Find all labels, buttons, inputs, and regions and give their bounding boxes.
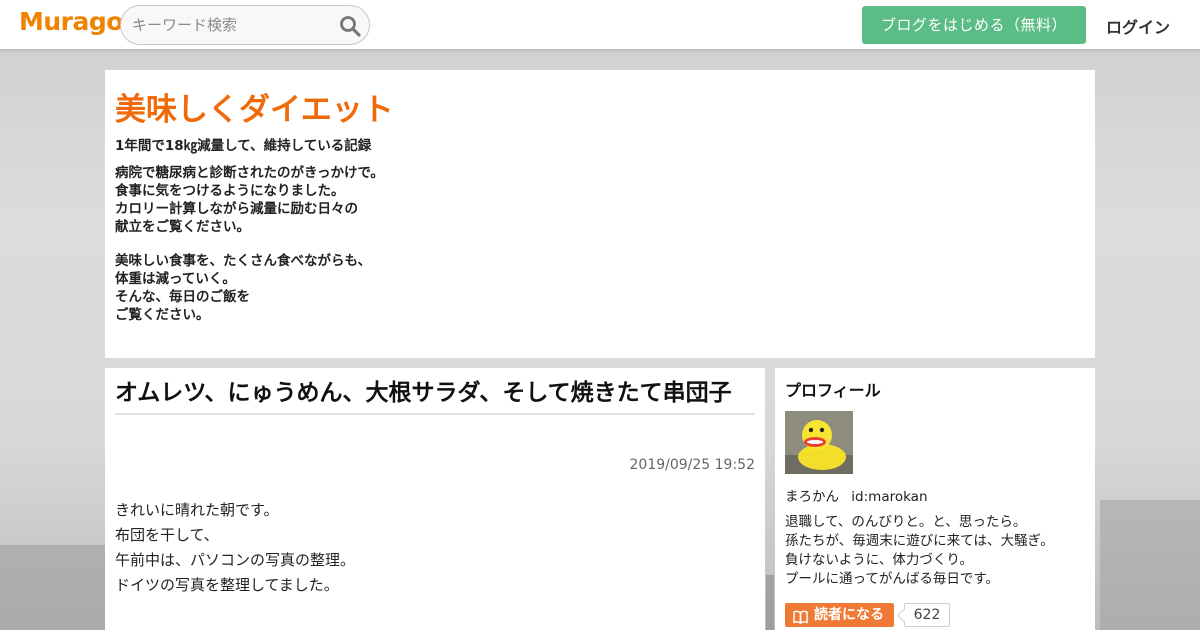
avatar[interactable] [785,411,853,474]
search-icon[interactable] [339,15,361,37]
article-date: 2019/09/25 19:52 [629,457,756,473]
body-line: 布団を干して、 [115,526,219,544]
search-input[interactable] [132,14,332,36]
profile-card: プロフィール まろかん id:marokan 退職して、のんびりと。と、思ったら… [775,368,1095,630]
login-link[interactable]: ログイン [1106,14,1170,37]
description-line: 食事に気をつけるようになりました。 [115,183,345,199]
profile-name-row: まろかん id:marokan [785,485,928,505]
body-line: ドイツの写真を整理してました。 [115,576,339,594]
description-line: 献立をご覧ください。 [115,219,250,235]
article-title[interactable]: オムレツ、にゅうめん、大根サラダ、そして焼きたて串団子 [115,377,755,415]
blog-header-card: 美味しくダイエット 1年間で18㎏減量して、維持している記録 病院で糖尿病と診断… [105,70,1095,358]
follow-label: 読者になる [814,607,884,623]
blog-subtitle: 1年間で18㎏減量して、維持している記録 [115,138,372,154]
description-line: カロリー計算しながら減量に励む日々の [115,201,358,217]
blog-title[interactable]: 美味しくダイエット [115,90,394,130]
profile-bio: 退職して、のんびりと。と、思ったら。 孫たちが、毎週末に遊びに来ては、大騒ぎ。 … [785,513,1085,589]
description-paragraph: 病院で糖尿病と診断されたのがきっかけで。 食事に気をつけるようになりました。 カ… [115,164,715,236]
bio-line: プールに通ってがんばる毎日です。 [785,571,999,587]
body-line: きれいに晴れた朝です。 [115,501,279,519]
article-card: オムレツ、にゅうめん、大根サラダ、そして焼きたて串団子 2019/09/25 1… [105,368,765,630]
bio-line: 孫たちが、毎週末に遊びに来ては、大騒ぎ。 [785,533,1054,549]
description-line: 体重は減っていく。 [115,271,236,287]
profile-heading: プロフィール [785,381,881,400]
top-navigation-bar: Muragon ブログをはじめる（無料） ログイン [0,0,1200,49]
body-line: 午前中は、パソコンの写真の整理。 [115,551,356,569]
article-body: きれいに晴れた朝です。 布団を干して、 午前中は、パソコンの写真の整理。 ドイツ… [115,498,755,598]
profile-user-id: id:marokan [851,489,928,505]
description-line: そんな、毎日のご飯を [115,289,250,305]
search-box[interactable] [120,5,370,45]
background-mast [766,575,774,630]
profile-name[interactable]: まろかん [785,489,839,505]
description-line: 病院で糖尿病と診断されたのがきっかけで。 [115,165,384,181]
start-blog-button[interactable]: ブログをはじめる（無料） [862,6,1086,44]
background-crane [1100,500,1200,630]
blog-description: 病院で糖尿病と診断されたのがきっかけで。 食事に気をつけるようになりました。 カ… [115,164,715,340]
bio-line: 退職して、のんびりと。と、思ったら。 [785,514,1027,530]
description-line: 美味しい食事を、たくさん食べながらも、 [115,253,372,269]
follower-count: 622 [904,603,950,627]
description-paragraph: 美味しい食事を、たくさん食べながらも、 体重は減っていく。 そんな、毎日のご飯を… [115,252,715,324]
bio-line: 負けないように、体力づくり。 [785,552,974,568]
follow-button[interactable]: 読者になる [785,603,894,627]
background-ship [0,545,105,630]
description-line: ご覧ください。 [115,307,210,323]
book-icon [793,608,808,624]
